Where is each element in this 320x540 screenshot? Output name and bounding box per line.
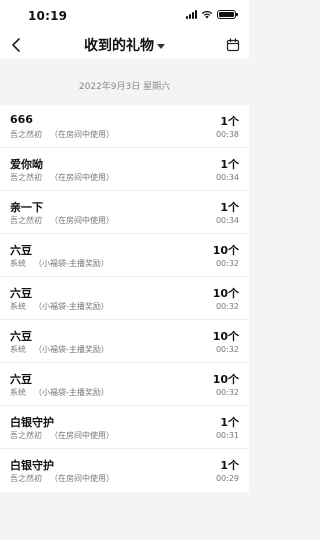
battery-level [219, 12, 234, 17]
gift-time: 00:32 [215, 259, 239, 268]
sender-name: 系统 [10, 302, 26, 311]
sender-line: 系统 （小福袋-主播奖励） [10, 387, 109, 398]
title-dropdown[interactable]: 收到的礼物 [84, 35, 165, 55]
calendar-button[interactable] [223, 35, 243, 55]
gift-count: 10个 [212, 330, 239, 343]
gift-count: 1个 [220, 158, 239, 171]
usage-note: （在房间中使用） [50, 216, 114, 225]
gift-row[interactable]: 六豆系统 （小福袋-主播奖励） 10个 00:32 [0, 363, 249, 406]
wifi-icon [201, 11, 213, 19]
sender-name: 系统 [10, 345, 26, 354]
usage-note: （小福袋-主播奖励） [34, 345, 109, 354]
gift-name: 亲一下 [10, 201, 43, 214]
gift-time: 00:32 [215, 302, 239, 311]
gift-time: 00:32 [215, 388, 239, 397]
status-icons [186, 10, 238, 19]
gift-count: 1个 [220, 201, 239, 214]
page-title: 收到的礼物 [84, 38, 154, 54]
gift-name: 六豆 [10, 244, 32, 257]
gift-name: 六豆 [10, 287, 32, 300]
date-header: 2022年9月3日 星期六 [78, 82, 171, 92]
sender-name: 吾之然初 [10, 173, 42, 182]
sender-line: 吾之然初 （在房间中使用） [10, 215, 114, 226]
usage-note: （在房间中使用） [50, 474, 114, 483]
gift-time: 00:38 [215, 130, 239, 139]
sender-name: 吾之然初 [10, 130, 42, 139]
gift-count: 1个 [220, 115, 239, 128]
calendar-icon [226, 38, 240, 52]
nav-bar: 收到的礼物 [0, 31, 249, 59]
gift-name: 六豆 [10, 330, 32, 343]
caret-down-icon [157, 43, 165, 49]
usage-note: （在房间中使用） [50, 173, 114, 182]
gift-row[interactable]: 六豆系统 （小福袋-主播奖励） 10个 00:32 [0, 320, 249, 363]
gift-time: 00:32 [215, 345, 239, 354]
gift-name: 爱你呦 [10, 158, 43, 171]
gift-count: 10个 [212, 287, 239, 300]
sender-name: 吾之然初 [10, 431, 42, 440]
gift-time: 00:29 [215, 474, 239, 483]
sender-line: 系统 （小福袋-主播奖励） [10, 258, 109, 269]
sender-line: 系统 （小福袋-主播奖励） [10, 301, 109, 312]
gift-name: 白银守护 [10, 416, 54, 429]
gift-name: 666 [10, 113, 33, 126]
usage-note: （在房间中使用） [50, 130, 114, 139]
gift-row[interactable]: 666 吾之然初 （在房间中使用） 1个 00:38 [0, 105, 249, 148]
sender-line: 吾之然初 （在房间中使用） [10, 129, 114, 140]
sender-name: 吾之然初 [10, 216, 42, 225]
sender-line: 吾之然初 （在房间中使用） [10, 473, 114, 484]
sender-name: 系统 [10, 388, 26, 397]
usage-note: （小福袋-主播奖励） [34, 259, 109, 268]
gift-row[interactable]: 白银守护吾之然初 （在房间中使用） 1个 00:31 [0, 406, 249, 449]
gift-list: 666 吾之然初 （在房间中使用） 1个 00:38 爱你呦 吾之然初 （在房间中使用） 1个 0… [0, 105, 249, 492]
usage-note: （小福袋-主播奖励） [34, 388, 109, 397]
status-time: 10:19 [28, 9, 68, 23]
gift-name: 六豆 [10, 373, 32, 386]
chevron-left-icon [12, 38, 20, 52]
gift-time: 00:34 [215, 173, 239, 182]
gift-row[interactable]: 六豆系统 （小福袋-主播奖励） 10个 00:32 [0, 277, 249, 320]
gift-count: 1个 [220, 416, 239, 429]
sender-line: 吾之然初 （在房间中使用） [10, 172, 114, 183]
back-button[interactable] [6, 35, 26, 55]
gift-name: 白银守护 [10, 459, 54, 472]
gift-time: 00:34 [215, 216, 239, 225]
usage-note: （在房间中使用） [50, 431, 114, 440]
gift-count: 10个 [212, 244, 239, 257]
battery-icon [217, 10, 238, 19]
gift-row[interactable]: 亲一下吾之然初 （在房间中使用） 1个 00:34 [0, 191, 249, 234]
cellular-signal-icon [186, 10, 197, 19]
gift-row[interactable]: 白银守护吾之然初 （在房间中使用） 1个 00:29 [0, 449, 249, 492]
sender-name: 系统 [10, 259, 26, 268]
gift-time: 00:31 [215, 431, 239, 440]
gift-count: 10个 [212, 373, 239, 386]
gift-row[interactable]: 爱你呦吾之然初 （在房间中使用） 1个 00:34 [0, 148, 249, 191]
status-bar: 10:19 [0, 0, 249, 31]
sender-line: 吾之然初 （在房间中使用） [10, 430, 114, 441]
gift-row[interactable]: 六豆系统 （小福袋-主播奖励） 10个 00:32 [0, 234, 249, 277]
usage-note: （小福袋-主播奖励） [34, 302, 109, 311]
sender-line: 系统 （小福袋-主播奖励） [10, 344, 109, 355]
gift-count: 1个 [220, 459, 239, 472]
sender-name: 吾之然初 [10, 474, 42, 483]
